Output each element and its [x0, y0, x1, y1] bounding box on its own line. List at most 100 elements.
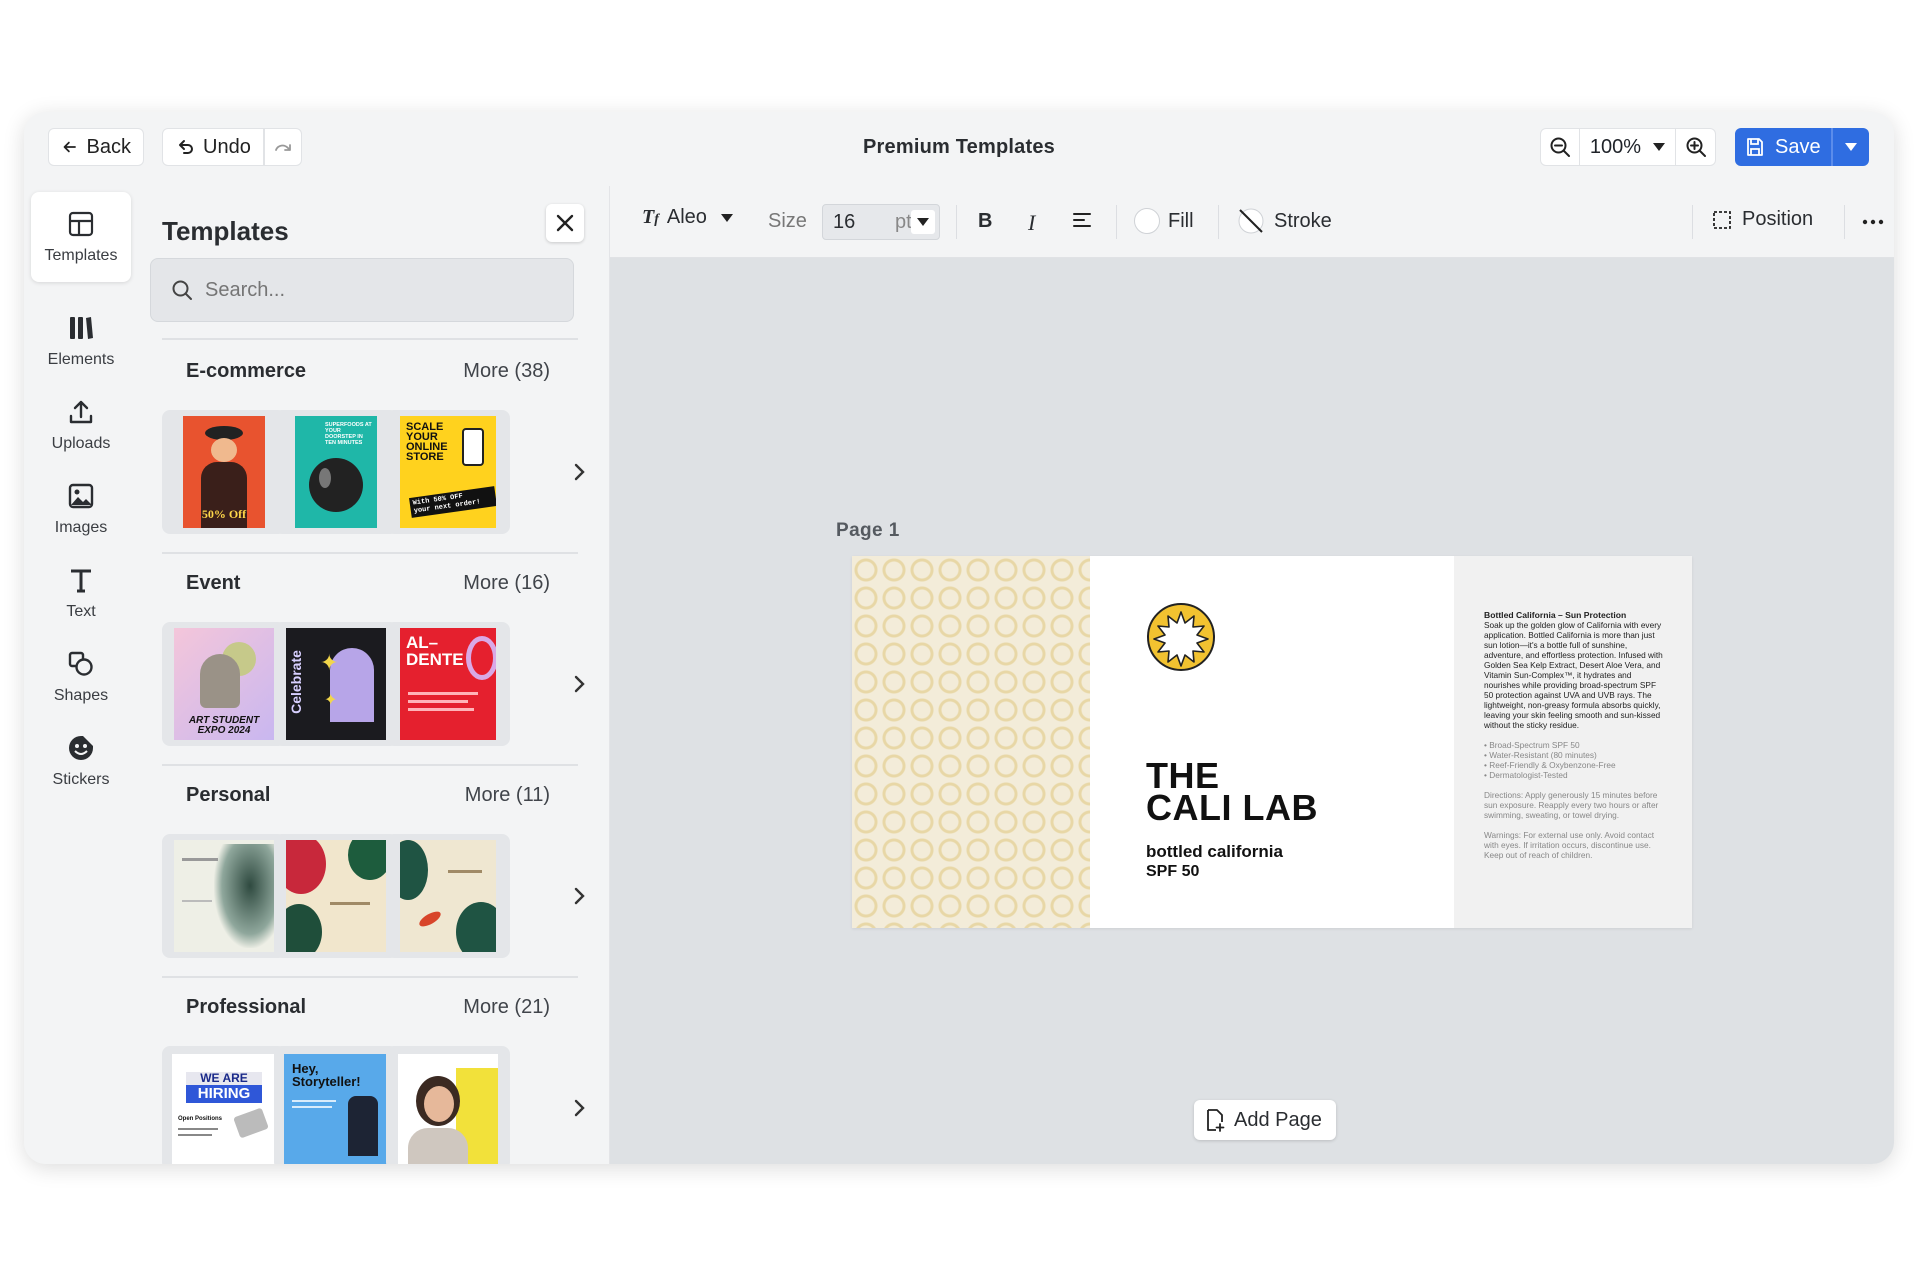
rail-label-templates: Templates	[44, 247, 118, 264]
scroll-right-button[interactable]	[566, 666, 594, 702]
template-thumbnail[interactable]: WE ARE HIRING Open Positions	[162, 1046, 286, 1164]
category-header-personal: Personal More (11)	[162, 784, 562, 807]
template-thumbnail[interactable]	[162, 834, 286, 958]
scroll-right-button[interactable]	[566, 878, 594, 914]
fill-label: Fill	[1168, 209, 1194, 232]
template-thumbnail[interactable]: SCALE YOUR ONLINE STORE With 50% OFF your ne…	[386, 410, 510, 534]
add-page-button[interactable]: Add Page	[1194, 1100, 1336, 1140]
divider	[162, 976, 578, 978]
pattern-panel[interactable]	[852, 556, 1090, 928]
pasta-shape	[466, 636, 496, 680]
position-button[interactable]: Position	[1712, 208, 1813, 231]
search-input[interactable]	[205, 278, 545, 302]
flower-shape	[286, 840, 326, 894]
zoom-in-button[interactable]	[1676, 128, 1716, 166]
scroll-right-button[interactable]	[566, 454, 594, 490]
save-button[interactable]: Save	[1735, 128, 1831, 166]
al-dente-text: AL– DENTE	[406, 633, 464, 669]
sparkle-icon: ✦	[320, 650, 339, 675]
text-line	[178, 1134, 212, 1136]
text-line	[408, 692, 478, 695]
rail-item-stickers[interactable]: Stickers	[31, 716, 131, 806]
zoom-select[interactable]: 100%	[1580, 128, 1676, 166]
page-canvas[interactable]: THE CALI LAB bottled california SPF 50 B…	[852, 556, 1692, 928]
product-spf: SPF 50	[1146, 863, 1200, 880]
more-link[interactable]: More (16)	[463, 572, 562, 595]
template-thumbnail[interactable]: ART STUDENT EXPO 2024	[162, 622, 286, 746]
brand-line: CALI LAB	[1146, 787, 1318, 828]
template-thumbnail[interactable]	[386, 834, 510, 958]
hiring-text: HIRING	[186, 1085, 262, 1103]
more-link[interactable]: More (38)	[463, 360, 562, 383]
text-line	[182, 858, 218, 861]
search-field[interactable]	[150, 258, 574, 322]
template-thumbnail[interactable]: SUPERFOODS AT YOUR DOORSTEP IN TEN MINUT…	[274, 410, 398, 534]
art-expo-text: ART STUDENT EXPO 2024	[188, 715, 260, 736]
rail-item-elements[interactable]: Elements	[31, 296, 131, 386]
image-icon	[68, 483, 94, 509]
template-thumbnail[interactable]	[386, 1046, 510, 1164]
open-positions-text: Open Positions	[178, 1116, 223, 1122]
rail-item-shapes[interactable]: Shapes	[31, 632, 131, 722]
template-thumbnail[interactable]: Hey, Storyteller!	[274, 1046, 398, 1164]
fill-button[interactable]: Fill	[1134, 208, 1194, 234]
close-icon	[556, 214, 574, 232]
align-left-icon	[1073, 213, 1091, 227]
chevron-right-icon	[574, 675, 585, 693]
template-thumbnail[interactable]	[274, 834, 398, 958]
font-icon: Tf	[642, 206, 659, 228]
leaf-shape	[286, 904, 322, 952]
sun-logo[interactable]	[1146, 602, 1216, 677]
rail-item-uploads[interactable]: Uploads	[31, 380, 131, 470]
rail-item-text[interactable]: Text	[31, 548, 131, 638]
italic-button[interactable]: I	[1028, 210, 1035, 236]
close-panel-button[interactable]	[546, 204, 584, 242]
rail-item-templates[interactable]: Templates	[31, 192, 131, 282]
leaf-shape	[456, 902, 496, 952]
font-size-field[interactable]: 16 pt	[822, 204, 940, 240]
template-thumbnail[interactable]: 50% Off	[162, 410, 286, 534]
upload-icon	[69, 400, 93, 424]
caret-down-icon	[917, 218, 929, 226]
text-line	[178, 1128, 218, 1130]
align-button[interactable]	[1072, 210, 1092, 236]
font-size-value: 16	[833, 210, 856, 233]
save-options-button[interactable]	[1833, 128, 1869, 166]
portrait-profile-preview	[398, 1054, 498, 1164]
rail-item-images[interactable]: Images	[31, 464, 131, 554]
page-label: Page 1	[836, 520, 900, 541]
template-thumbnail[interactable]: Celebrate ✦ ✦	[274, 622, 398, 746]
template-row-event: ART STUDENT EXPO 2024 Celebrate ✦ ✦ AL– DE…	[162, 622, 592, 748]
stroke-button[interactable]: Stroke	[1236, 206, 1332, 236]
font-select[interactable]: Tf Aleo	[642, 206, 733, 229]
more-link[interactable]: More (11)	[465, 784, 562, 807]
brand-name[interactable]: THE CALI LAB	[1146, 758, 1318, 828]
scroll-right-button[interactable]	[566, 1090, 594, 1126]
size-dropdown-button[interactable]	[911, 210, 935, 234]
template-thumbnail[interactable]: AL– DENTE	[386, 622, 510, 746]
face-shape	[211, 438, 237, 462]
more-link[interactable]: More (21)	[463, 996, 562, 1019]
rail-label-images: Images	[54, 519, 108, 536]
category-name: Event	[186, 572, 241, 594]
scale-store-preview: SCALE YOUR ONLINE STORE With 50% OFF your ne…	[400, 416, 496, 528]
chevron-right-icon	[574, 1099, 585, 1117]
text-line	[292, 1106, 332, 1108]
bold-button[interactable]: B	[978, 210, 992, 233]
template-row-personal	[162, 834, 592, 960]
back-label-panel[interactable]: Bottled California – Sun Protection Soak…	[1454, 556, 1692, 928]
al-dente-preview: AL– DENTE	[400, 628, 496, 740]
zoom-out-icon	[1550, 137, 1570, 157]
more-options-button[interactable]	[1862, 212, 1884, 238]
save-label: Save	[1775, 135, 1821, 158]
zoom-out-button[interactable]	[1540, 128, 1580, 166]
back-title: Bottled California – Sun Protection	[1484, 610, 1627, 620]
search-icon	[172, 280, 192, 300]
rail-label-elements: Elements	[47, 351, 115, 368]
person-shape	[348, 1096, 378, 1156]
text-line	[182, 900, 212, 902]
product-name: bottled california	[1146, 842, 1283, 861]
product-text[interactable]: bottled california SPF 50	[1146, 842, 1283, 882]
leaf-shape	[400, 840, 428, 900]
font-size-unit: pt	[895, 210, 912, 233]
